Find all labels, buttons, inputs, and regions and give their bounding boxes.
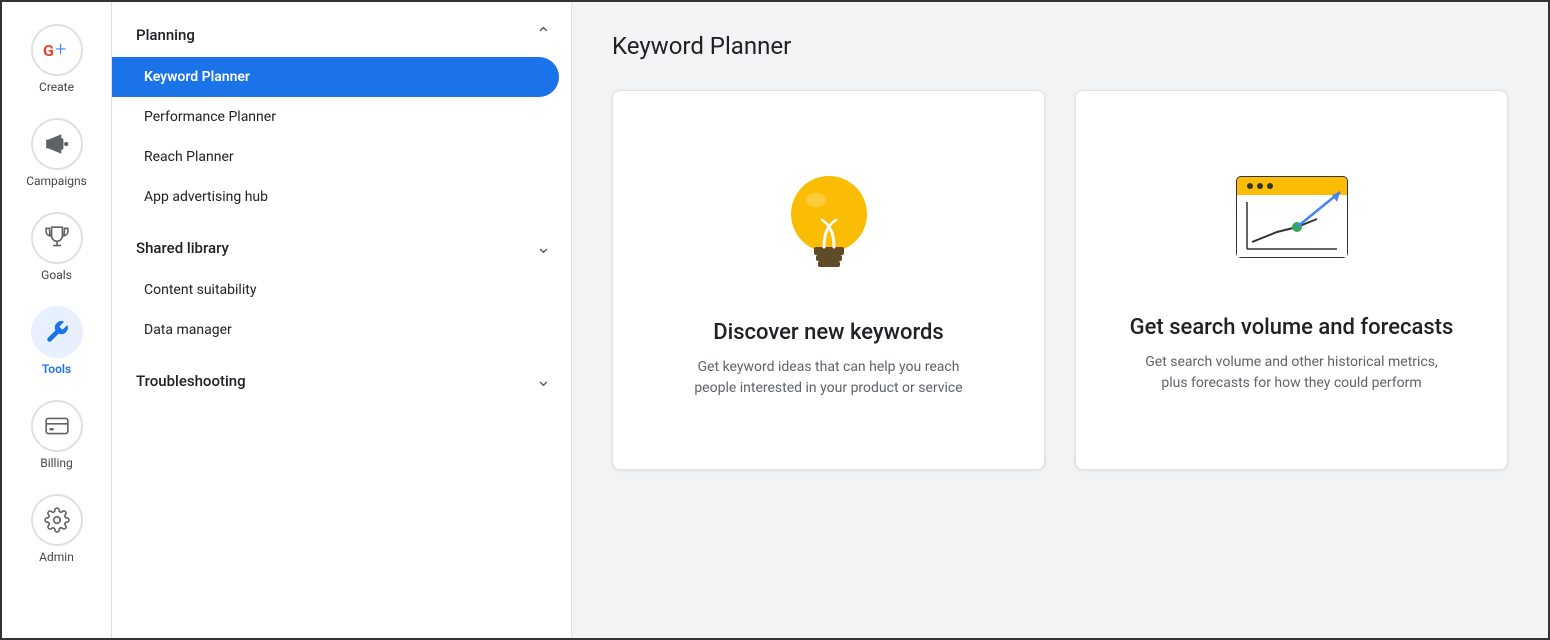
- tools-label: Tools: [42, 362, 71, 376]
- cards-container: Discover new keywords Get keyword ideas …: [612, 90, 1508, 470]
- sidebar: Planning ⌃ Keyword Planner Performance P…: [112, 2, 572, 638]
- goals-icon-circle: [31, 212, 83, 264]
- search-volume-title: Get search volume and forecasts: [1130, 315, 1454, 340]
- page-title: Keyword Planner: [612, 32, 1508, 60]
- shared-library-section-title: Shared library: [136, 239, 229, 257]
- discover-keywords-card[interactable]: Discover new keywords Get keyword ideas …: [612, 90, 1045, 470]
- troubleshooting-section-header[interactable]: Troubleshooting ⌄: [112, 358, 571, 403]
- search-volume-desc: Get search volume and other historical m…: [1142, 352, 1442, 394]
- troubleshooting-chevron-icon: ⌄: [536, 370, 551, 391]
- wrench-icon: [44, 319, 70, 345]
- trophy-icon: [44, 225, 70, 251]
- icon-navigation: G + Create Campaigns Goals Tools: [2, 2, 112, 638]
- main-content: Keyword Planner: [572, 2, 1548, 638]
- lightbulb-icon: [774, 162, 884, 292]
- megaphone-icon: [44, 131, 70, 157]
- nav-campaigns[interactable]: Campaigns: [2, 106, 111, 200]
- svg-text:G: G: [43, 41, 54, 60]
- nav-tools[interactable]: Tools: [2, 294, 111, 388]
- sidebar-item-data-manager[interactable]: Data manager: [112, 310, 559, 350]
- discover-keywords-title: Discover new keywords: [713, 320, 944, 345]
- troubleshooting-section-title: Troubleshooting: [136, 372, 246, 390]
- goals-label: Goals: [41, 268, 72, 282]
- nav-admin[interactable]: Admin: [2, 482, 111, 576]
- campaigns-icon-circle: [31, 118, 83, 170]
- gear-icon: [44, 507, 70, 533]
- admin-icon-circle: [31, 494, 83, 546]
- billing-icon-circle: [31, 400, 83, 452]
- tools-icon-circle: [31, 306, 83, 358]
- planning-section-header[interactable]: Planning ⌃: [112, 12, 571, 57]
- search-volume-card[interactable]: Get search volume and forecasts Get sear…: [1075, 90, 1508, 470]
- sidebar-item-app-advertising-hub[interactable]: App advertising hub: [112, 177, 559, 217]
- shared-library-chevron-icon: ⌄: [536, 237, 551, 258]
- keyword-planner-label: Keyword Planner: [144, 69, 250, 85]
- nav-create[interactable]: G + Create: [2, 12, 111, 106]
- nav-goals[interactable]: Goals: [2, 200, 111, 294]
- planning-section-title: Planning: [136, 26, 195, 44]
- plus-google-icon: G +: [41, 34, 73, 66]
- content-suitability-label: Content suitability: [144, 282, 256, 298]
- billing-label: Billing: [40, 456, 73, 470]
- sidebar-item-reach-planner[interactable]: Reach Planner: [112, 137, 559, 177]
- sidebar-item-keyword-planner[interactable]: Keyword Planner: [112, 57, 559, 97]
- data-manager-label: Data manager: [144, 322, 232, 338]
- create-label: Create: [39, 80, 74, 94]
- sidebar-item-content-suitability[interactable]: Content suitability: [112, 270, 559, 310]
- app-advertising-hub-label: App advertising hub: [144, 189, 268, 205]
- admin-label: Admin: [39, 550, 74, 564]
- performance-planner-label: Performance Planner: [144, 109, 276, 125]
- svg-text:+: +: [55, 37, 66, 61]
- reach-planner-label: Reach Planner: [144, 149, 234, 165]
- nav-billing[interactable]: Billing: [2, 388, 111, 482]
- sidebar-item-performance-planner[interactable]: Performance Planner: [112, 97, 559, 137]
- billing-icon: [44, 413, 70, 439]
- create-icon-circle: G +: [31, 24, 83, 76]
- discover-keywords-desc: Get keyword ideas that can help you reac…: [679, 357, 979, 399]
- chart-icon: [1222, 167, 1362, 287]
- planning-chevron-icon: ⌃: [536, 24, 551, 45]
- shared-library-section-header[interactable]: Shared library ⌄: [112, 225, 571, 270]
- campaigns-label: Campaigns: [26, 174, 87, 188]
